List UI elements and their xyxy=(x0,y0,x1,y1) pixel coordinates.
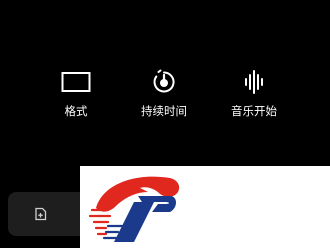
logo-panel xyxy=(80,166,330,248)
format-label: 格式 xyxy=(64,104,88,118)
red-blue-p-logo xyxy=(88,170,184,246)
music-start-button[interactable]: 音乐开始 xyxy=(214,66,294,126)
add-media-button[interactable] xyxy=(8,192,88,236)
duration-label: 持续时间 xyxy=(141,104,187,118)
timer-icon xyxy=(149,69,179,95)
add-media-icon xyxy=(33,207,47,221)
duration-button[interactable]: 持续时间 xyxy=(124,66,204,126)
sound-wave-icon xyxy=(239,69,269,95)
bottom-toolbar: 格式 持续时间 音乐开始 xyxy=(36,66,296,126)
format-button[interactable]: 格式 xyxy=(36,66,116,126)
music-start-label: 音乐开始 xyxy=(231,104,277,118)
rectangle-frame-icon xyxy=(61,69,91,95)
editor-screen: 格式 持续时间 音乐开始 xyxy=(0,0,330,248)
